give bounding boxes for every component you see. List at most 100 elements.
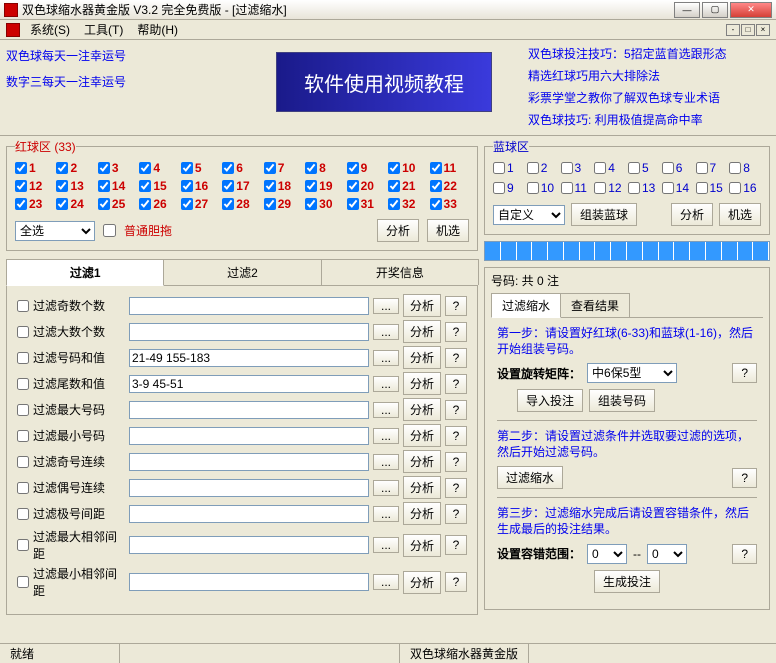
red-9[interactable]: 9 (347, 161, 386, 175)
red-14[interactable]: 14 (98, 179, 137, 193)
filter-more-8[interactable]: ... (373, 506, 399, 522)
red-check-11[interactable] (430, 162, 442, 174)
red-check-27[interactable] (181, 198, 193, 210)
filter-help-6[interactable]: ? (445, 452, 467, 472)
mdi-close[interactable]: × (756, 24, 770, 36)
red-31[interactable]: 31 (347, 197, 386, 211)
red-check-6[interactable] (222, 162, 234, 174)
tol-to[interactable]: 0 (647, 544, 687, 564)
red-check-2[interactable] (56, 162, 68, 174)
filter-analyze-8[interactable]: 分析 (403, 502, 441, 525)
red-check-5[interactable] (181, 162, 193, 174)
red-check-30[interactable] (305, 198, 317, 210)
filter-shrink-button[interactable]: 过滤缩水 (497, 466, 563, 489)
step3-help[interactable]: ? (732, 544, 757, 564)
filter-analyze-7[interactable]: 分析 (403, 476, 441, 499)
filter-check-3[interactable] (17, 378, 29, 390)
menu-system[interactable]: 系统(S) (24, 19, 76, 40)
blue-2[interactable]: 2 (527, 161, 559, 175)
filter-more-10[interactable]: ... (373, 574, 399, 590)
red-19[interactable]: 19 (305, 179, 344, 193)
red-6[interactable]: 6 (222, 161, 261, 175)
custom-select[interactable]: 自定义 (493, 205, 565, 225)
red-check-18[interactable] (264, 180, 276, 192)
red-15[interactable]: 15 (139, 179, 178, 193)
filter-check-0[interactable] (17, 300, 29, 312)
red-25[interactable]: 25 (98, 197, 137, 211)
red-24[interactable]: 24 (56, 197, 95, 211)
red-11[interactable]: 11 (430, 161, 469, 175)
filter-analyze-10[interactable]: 分析 (403, 571, 441, 594)
red-check-9[interactable] (347, 162, 359, 174)
red-check-13[interactable] (56, 180, 68, 192)
red-check-14[interactable] (98, 180, 110, 192)
blue-10[interactable]: 10 (527, 181, 559, 195)
filter-more-6[interactable]: ... (373, 454, 399, 470)
blue-15[interactable]: 15 (696, 181, 728, 195)
red-28[interactable]: 28 (222, 197, 261, 211)
rotation-select[interactable]: 中6保5型 (587, 363, 677, 383)
link-right-0[interactable]: 双色球投注技巧：5招定蓝首选跟形态 (528, 44, 770, 66)
blue-check-1[interactable] (493, 162, 505, 174)
assemble-num-button[interactable]: 组装号码 (589, 389, 655, 412)
red-30[interactable]: 30 (305, 197, 344, 211)
red-33[interactable]: 33 (430, 197, 469, 211)
red-10[interactable]: 10 (388, 161, 427, 175)
red-check-19[interactable] (305, 180, 317, 192)
link-right-2[interactable]: 彩票学堂之教你了解双色球专业术语 (528, 88, 770, 110)
filter-check-7[interactable] (17, 482, 29, 494)
filter-input-2[interactable] (129, 349, 369, 367)
red-4[interactable]: 4 (139, 161, 178, 175)
menu-tool[interactable]: 工具(T) (78, 19, 129, 40)
red-7[interactable]: 7 (264, 161, 303, 175)
red-check-15[interactable] (139, 180, 151, 192)
red-check-23[interactable] (15, 198, 27, 210)
filter-input-7[interactable] (129, 479, 369, 497)
blue-7[interactable]: 7 (696, 161, 728, 175)
red-27[interactable]: 27 (181, 197, 220, 211)
blue-5[interactable]: 5 (628, 161, 660, 175)
minimize-button[interactable]: — (674, 2, 700, 18)
filter-input-6[interactable] (129, 453, 369, 471)
red-12[interactable]: 12 (15, 179, 54, 193)
rtab-filter[interactable]: 过滤缩水 (491, 293, 561, 318)
blue-4[interactable]: 4 (594, 161, 626, 175)
filter-input-0[interactable] (129, 297, 369, 315)
blue-check-5[interactable] (628, 162, 640, 174)
red-check-3[interactable] (98, 162, 110, 174)
filter-analyze-0[interactable]: 分析 (403, 294, 441, 317)
filter-more-3[interactable]: ... (373, 376, 399, 392)
blue-check-6[interactable] (662, 162, 674, 174)
red-22[interactable]: 22 (430, 179, 469, 193)
red-2[interactable]: 2 (56, 161, 95, 175)
red-8[interactable]: 8 (305, 161, 344, 175)
blue-check-11[interactable] (561, 182, 573, 194)
filter-more-2[interactable]: ... (373, 350, 399, 366)
blue-check-4[interactable] (594, 162, 606, 174)
red-random-button[interactable]: 机选 (427, 219, 469, 242)
link-right-3[interactable]: 双色球技巧: 利用极值提高命中率 (528, 110, 770, 132)
red-check-32[interactable] (388, 198, 400, 210)
red-check-31[interactable] (347, 198, 359, 210)
red-16[interactable]: 16 (181, 179, 220, 193)
blue-check-10[interactable] (527, 182, 539, 194)
blue-9[interactable]: 9 (493, 181, 525, 195)
blue-6[interactable]: 6 (662, 161, 694, 175)
blue-analyze-button[interactable]: 分析 (671, 203, 713, 226)
red-check-17[interactable] (222, 180, 234, 192)
tab-filter2[interactable]: 过滤2 (163, 259, 321, 285)
blue-check-3[interactable] (561, 162, 573, 174)
filter-help-5[interactable]: ? (445, 426, 467, 446)
link-left-0[interactable]: 双色球每天一注幸运号 (6, 46, 276, 72)
filter-input-10[interactable] (129, 573, 369, 591)
filter-check-5[interactable] (17, 430, 29, 442)
tol-from[interactable]: 0 (587, 544, 627, 564)
red-check-22[interactable] (430, 180, 442, 192)
red-analyze-button[interactable]: 分析 (377, 219, 419, 242)
select-all-dropdown[interactable]: 全选 (15, 221, 95, 241)
filter-more-4[interactable]: ... (373, 402, 399, 418)
red-29[interactable]: 29 (264, 197, 303, 211)
blue-check-13[interactable] (628, 182, 640, 194)
filter-help-4[interactable]: ? (445, 400, 467, 420)
filter-help-8[interactable]: ? (445, 504, 467, 524)
